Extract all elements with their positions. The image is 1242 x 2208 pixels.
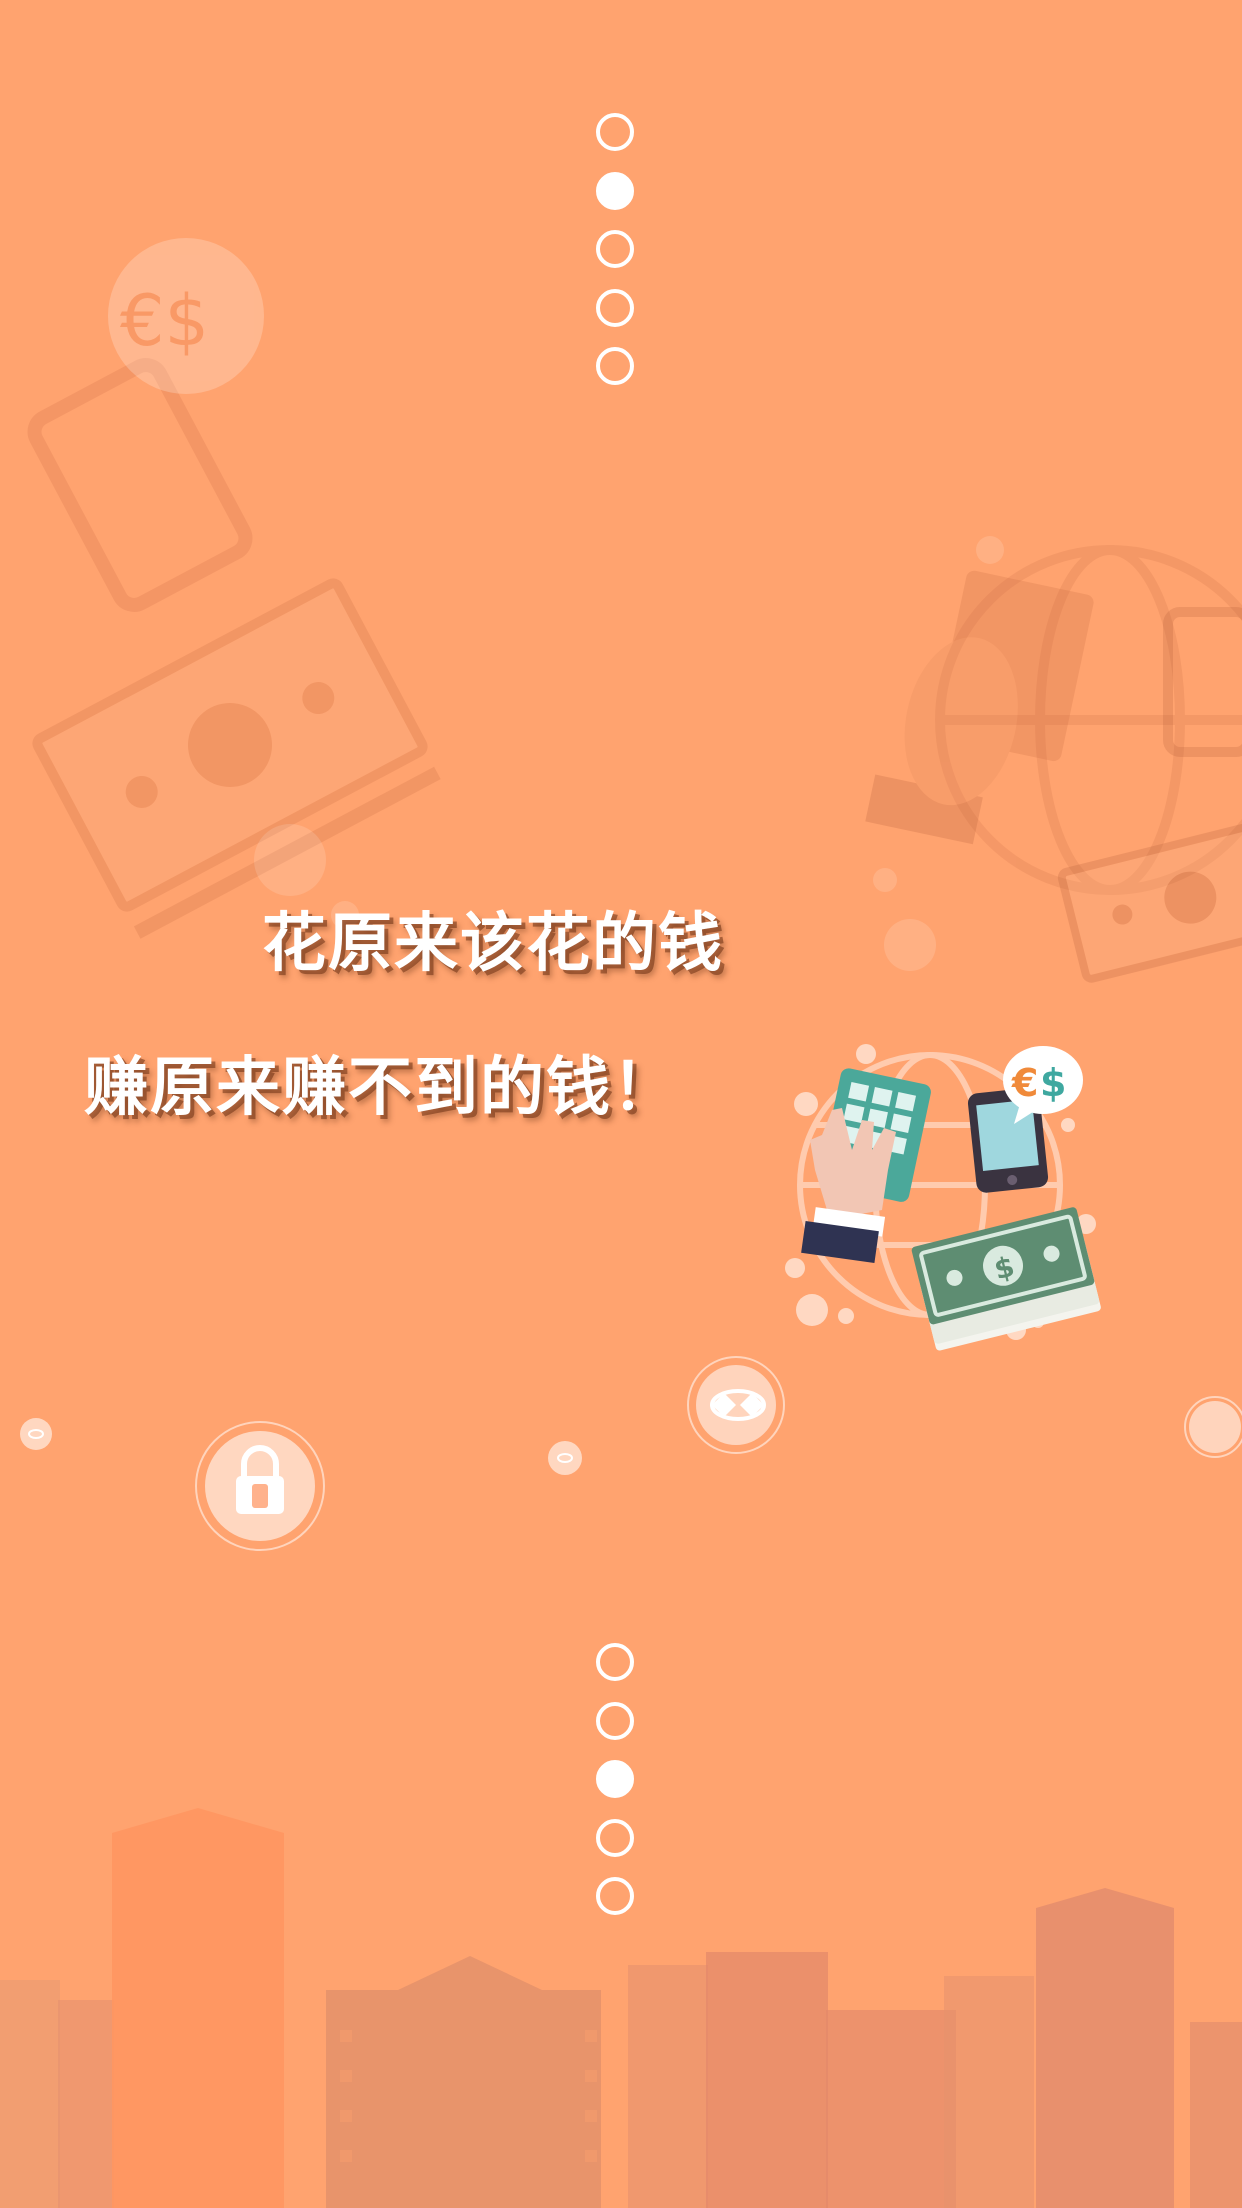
page-dot[interactable] bbox=[596, 1877, 634, 1915]
page-dot[interactable] bbox=[596, 1818, 634, 1857]
page-dot-active[interactable] bbox=[596, 1760, 634, 1798]
exchange-icon bbox=[687, 1356, 785, 1454]
page-dot[interactable] bbox=[596, 1643, 634, 1681]
page-dot[interactable] bbox=[596, 1701, 634, 1740]
small-bubble-icon bbox=[20, 1396, 1242, 1475]
lock-icon bbox=[195, 1421, 325, 1551]
page-indicator-bottom bbox=[596, 1643, 640, 1936]
